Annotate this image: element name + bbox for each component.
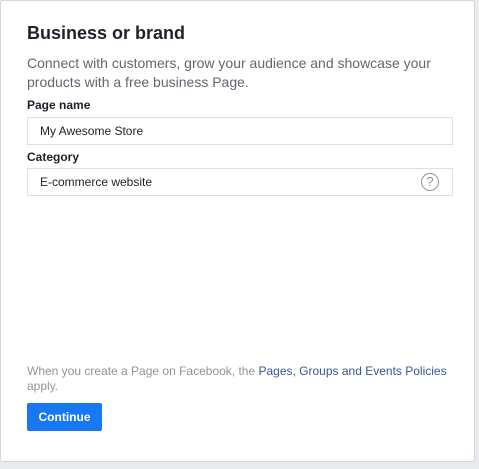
continue-button[interactable]: Continue xyxy=(27,403,102,431)
category-input[interactable] xyxy=(27,168,453,196)
policy-prefix: When you create a Page on Facebook, the xyxy=(27,364,259,378)
card-description: Connect with customers, grow your audien… xyxy=(27,55,431,90)
policy-suffix: apply. xyxy=(27,379,59,393)
question-mark-icon[interactable]: ? xyxy=(421,173,439,191)
policy-notice: When you create a Page on Facebook, the … xyxy=(27,364,457,394)
card-title: Business or brand xyxy=(27,23,186,43)
category-label: Category xyxy=(27,150,80,164)
business-or-brand-card: Business or brand Connect with customers… xyxy=(0,0,475,462)
page-name-input[interactable] xyxy=(27,117,453,145)
policies-link[interactable]: Pages, Groups and Events Policies xyxy=(258,364,446,378)
page-name-label: Page name xyxy=(27,98,91,112)
